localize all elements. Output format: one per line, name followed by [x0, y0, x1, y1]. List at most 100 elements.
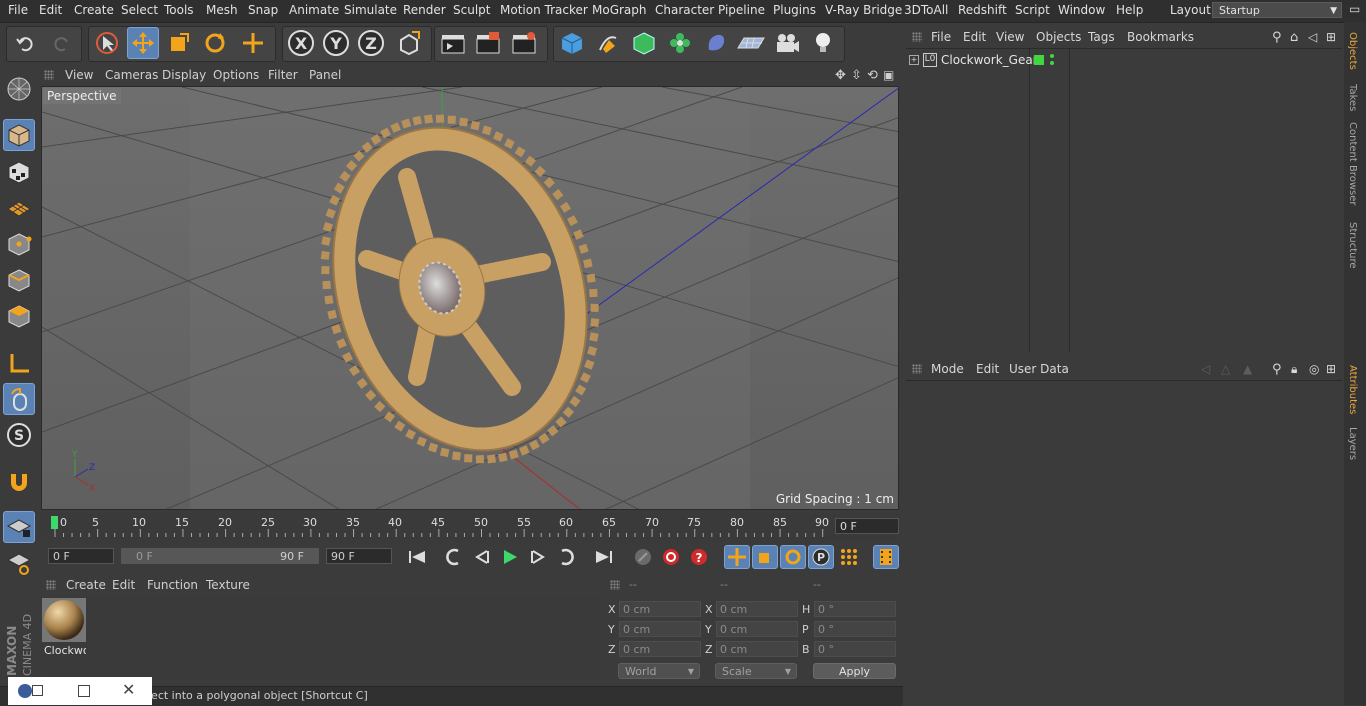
material-menu-edit[interactable]: Edit: [112, 578, 135, 592]
start-frame-field[interactable]: 0 F: [48, 548, 114, 564]
menu-plugins[interactable]: Plugins: [773, 3, 816, 17]
arrow-left-icon[interactable]: ◁: [1201, 362, 1210, 376]
viewport-menu-filter[interactable]: Filter: [268, 68, 298, 82]
previous-key-button[interactable]: [441, 545, 467, 569]
play-button[interactable]: [497, 545, 523, 569]
arrow-up-icon[interactable]: △: [1221, 362, 1230, 376]
add-floor-button[interactable]: [735, 27, 767, 59]
menu-render[interactable]: Render: [403, 3, 446, 17]
material-menu-texture[interactable]: Texture: [206, 578, 250, 592]
key-position-button[interactable]: [724, 545, 750, 569]
menu-create[interactable]: Create: [74, 3, 114, 17]
size-y-field[interactable]: 0 cm: [716, 621, 798, 637]
render-view-button[interactable]: [437, 27, 469, 59]
search-icon[interactable]: ⚲: [1272, 362, 1282, 377]
menu-motion-tracker[interactable]: Motion Tracker: [500, 3, 588, 17]
add-cloner-button[interactable]: [664, 27, 696, 59]
workplane-axis-button[interactable]: [3, 547, 35, 579]
add-cube-button[interactable]: [556, 27, 588, 59]
add-camera-button[interactable]: [771, 27, 803, 59]
lock-icon[interactable]: 🔒︎: [1291, 362, 1297, 377]
key-pla-button[interactable]: [836, 545, 862, 569]
material-swatch[interactable]: Clockwo: [42, 598, 86, 657]
panel-grip-icon[interactable]: [610, 580, 620, 590]
zoom-view-icon[interactable]: ⇳: [851, 68, 862, 83]
rot-b-field[interactable]: 0 °: [814, 641, 896, 657]
object-menu-objects[interactable]: Objects: [1036, 30, 1081, 44]
menu-select[interactable]: Select: [121, 3, 158, 17]
keyframe-selection-button[interactable]: ?: [686, 545, 712, 569]
menu-tools[interactable]: Tools: [164, 3, 194, 17]
menu-help[interactable]: Help: [1116, 3, 1143, 17]
panel-grip-icon[interactable]: [44, 70, 54, 80]
pos-x-field[interactable]: 0 cm: [619, 601, 701, 617]
size-z-field[interactable]: 0 cm: [716, 641, 798, 657]
x-axis-lock-button[interactable]: X: [285, 27, 317, 59]
next-frame-button[interactable]: [525, 545, 551, 569]
object-menu-file[interactable]: File: [931, 30, 951, 44]
material-menu-create[interactable]: Create: [66, 578, 106, 592]
texture-mode-button[interactable]: [3, 156, 35, 188]
coordinate-mode-dropdown[interactable]: World ▼: [618, 663, 700, 679]
menu-simulate[interactable]: Simulate: [344, 3, 397, 17]
tab-content-browser[interactable]: Content Browser: [1347, 122, 1358, 205]
tab-structure[interactable]: Structure: [1347, 222, 1358, 269]
menu-mesh[interactable]: Mesh: [206, 3, 238, 17]
workplane-mode-button[interactable]: [3, 192, 35, 224]
search-icon[interactable]: ⚲: [1272, 30, 1282, 45]
undo-button[interactable]: [10, 27, 42, 59]
menu-file[interactable]: File: [8, 3, 28, 17]
add-light-button[interactable]: [807, 27, 839, 59]
record-keys-button[interactable]: [630, 545, 656, 569]
pos-y-field[interactable]: 0 cm: [619, 621, 701, 637]
key-parameter-button[interactable]: P: [808, 545, 834, 569]
render-picture-viewer-button[interactable]: [472, 27, 504, 59]
menu-character[interactable]: Character: [655, 3, 714, 17]
autokeying-button[interactable]: [658, 545, 684, 569]
timeline-ruler[interactable]: 0 5 10 15 20 25 30 35 40 45 50 55 60 65 …: [41, 513, 900, 541]
panel-grip-icon[interactable]: [46, 580, 56, 590]
render-visibility-dot[interactable]: [1050, 61, 1054, 65]
3d-viewport[interactable]: Y Z X Perspective Grid Spacing : 1 cm: [41, 86, 899, 510]
back-icon[interactable]: ◁: [1308, 30, 1317, 44]
layer-color-swatch[interactable]: [1034, 55, 1044, 65]
target-icon[interactable]: ◎: [1309, 362, 1319, 376]
key-rotation-button[interactable]: [780, 545, 806, 569]
render-settings-button[interactable]: [508, 27, 540, 59]
menu-vray-bridge[interactable]: V-Ray Bridge: [825, 3, 902, 17]
layout-dropdown[interactable]: Startup ▼: [1212, 2, 1342, 18]
key-scale-button[interactable]: [752, 545, 778, 569]
attribute-menu-mode[interactable]: Mode: [931, 362, 964, 376]
expand-icon[interactable]: +: [909, 55, 919, 65]
viewport-menu-panel[interactable]: Panel: [309, 68, 341, 82]
transform-tool-button[interactable]: [237, 27, 269, 59]
object-name[interactable]: Clockwork_Gear: [941, 53, 1038, 67]
new-panel-icon[interactable]: ⊞: [1326, 362, 1336, 376]
make-editable-button[interactable]: [3, 73, 35, 105]
axis-mode-button[interactable]: [3, 347, 35, 379]
tab-takes[interactable]: Takes: [1347, 84, 1358, 111]
size-mode-dropdown[interactable]: Scale ▼: [715, 663, 797, 679]
attribute-menu-edit[interactable]: Edit: [976, 362, 999, 376]
next-key-button[interactable]: [553, 545, 579, 569]
tab-layers[interactable]: Layers: [1347, 427, 1358, 460]
menu-window[interactable]: Window: [1058, 3, 1105, 17]
tab-objects[interactable]: Objects: [1347, 32, 1358, 70]
coordinate-system-button[interactable]: [393, 27, 425, 59]
rot-p-field[interactable]: 0 °: [814, 621, 896, 637]
new-panel-icon[interactable]: ⊞: [1326, 30, 1336, 44]
rotate-view-icon[interactable]: ⟲: [867, 68, 878, 83]
edges-mode-button[interactable]: [3, 264, 35, 296]
go-to-start-button[interactable]: [404, 545, 430, 569]
points-mode-button[interactable]: [3, 228, 35, 260]
cinema4d-app-icon[interactable]: [18, 684, 32, 698]
tweak-mode-button[interactable]: [3, 383, 35, 415]
model-mode-button[interactable]: [3, 119, 35, 151]
menu-script[interactable]: Script: [1015, 3, 1050, 17]
workplane-lock-button[interactable]: [3, 511, 35, 543]
object-menu-bookmarks[interactable]: Bookmarks: [1127, 30, 1194, 44]
timeline-window-button[interactable]: [873, 545, 899, 569]
end-frame-field[interactable]: 90 F: [326, 548, 392, 564]
pan-view-icon[interactable]: ✥: [835, 68, 846, 83]
scale-tool-button[interactable]: [163, 27, 195, 59]
